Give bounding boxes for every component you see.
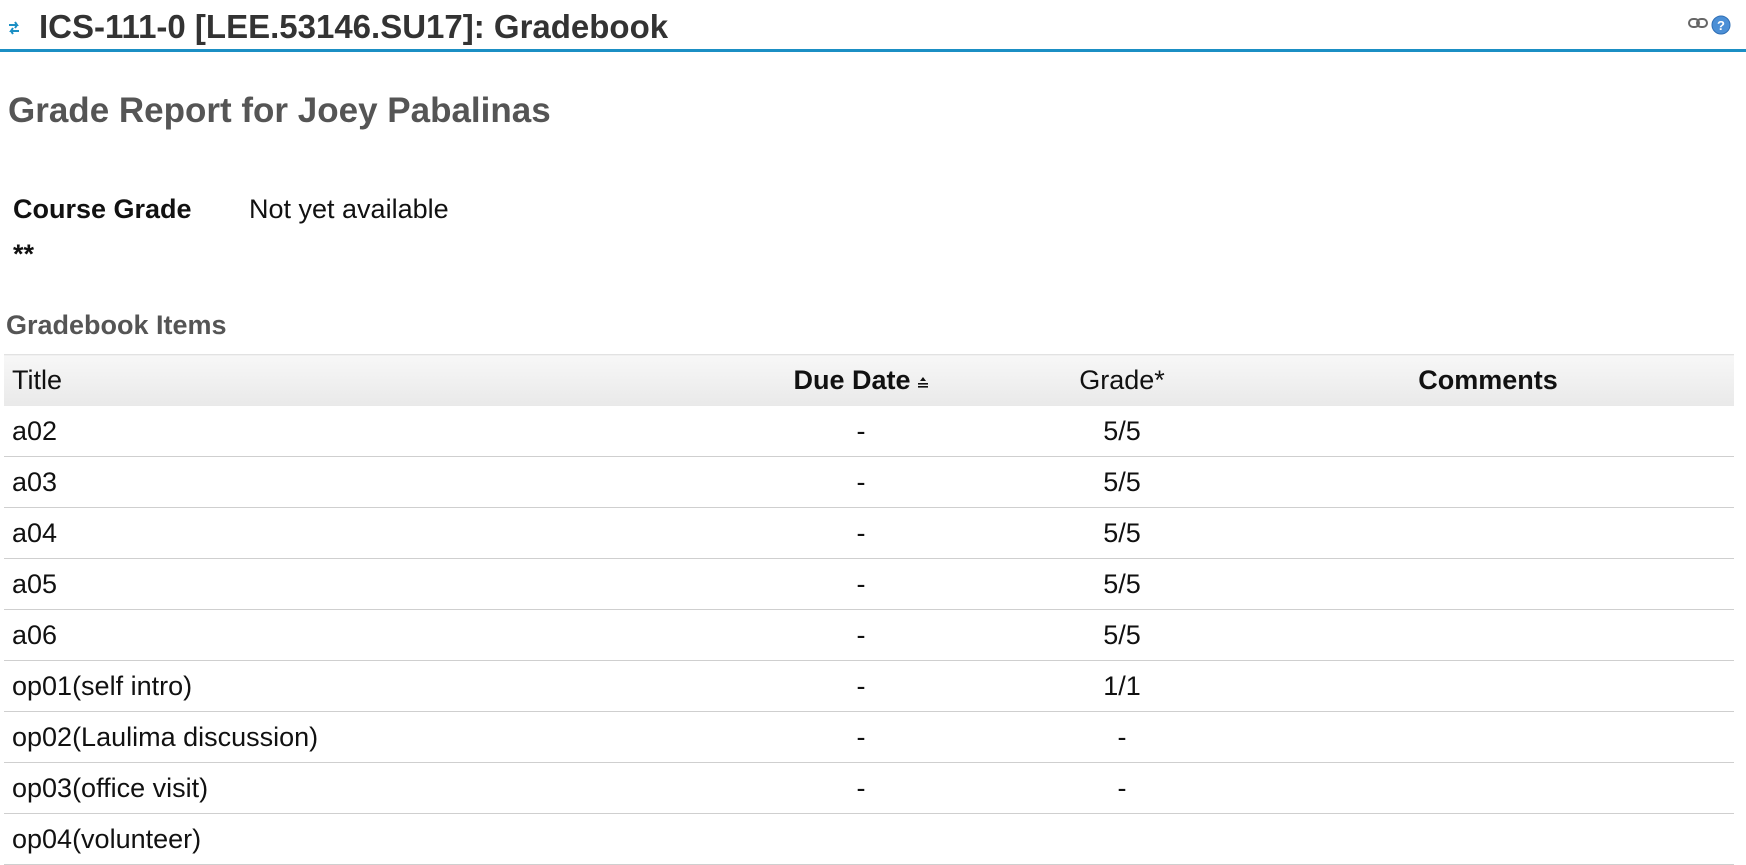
- item-title: op02(Laulima discussion): [4, 711, 720, 763]
- item-comments: [1242, 660, 1734, 712]
- course-grade-label: Course Grade: [13, 194, 192, 224]
- item-due-date: -: [720, 762, 1002, 814]
- course-grade-value: Not yet available: [249, 194, 449, 224]
- item-title: op03(office visit): [4, 762, 720, 814]
- table-row: a03 - 5/5: [4, 456, 1734, 508]
- table-row: a06 - 5/5: [4, 609, 1734, 661]
- item-due-date: -: [720, 711, 1002, 763]
- item-grade: 5/5: [1002, 507, 1242, 559]
- gradebook-items-table: Title Due Date Grade* Comments a02 - 5/5…: [4, 354, 1734, 865]
- item-grade: 5/5: [1002, 609, 1242, 661]
- item-title: a05: [4, 558, 720, 610]
- table-row: a02 - 5/5: [4, 406, 1734, 457]
- footnote-marker: **: [13, 239, 35, 269]
- item-comments: [1242, 558, 1734, 610]
- sort-ascending-icon: [917, 376, 928, 388]
- table-header-row: Title Due Date Grade* Comments: [4, 354, 1734, 406]
- item-due-date: [720, 813, 1002, 865]
- tool-title-bar: ICS-111-0 [LEE.53146.SU17]: Gradebook ?: [0, 0, 1746, 52]
- column-due-date-label: Due Date: [793, 365, 911, 395]
- grade-report-heading: Grade Report for Joey Pabalinas: [8, 91, 551, 130]
- item-title: a02: [4, 406, 720, 457]
- item-comments: [1242, 507, 1734, 559]
- table-row: op01(self intro) - 1/1: [4, 660, 1734, 712]
- table-row: op04(volunteer): [4, 813, 1734, 865]
- item-comments: [1242, 813, 1734, 865]
- reset-icon[interactable]: [6, 18, 22, 38]
- item-grade: -: [1002, 762, 1242, 814]
- item-grade: 5/5: [1002, 406, 1242, 457]
- item-grade: -: [1002, 711, 1242, 763]
- item-comments: [1242, 711, 1734, 763]
- item-grade: 5/5: [1002, 456, 1242, 508]
- item-grade: [1002, 813, 1242, 865]
- item-due-date: -: [720, 406, 1002, 457]
- gradebook-items-heading: Gradebook Items: [6, 310, 227, 340]
- column-header-due-date[interactable]: Due Date: [720, 354, 1002, 406]
- item-due-date: -: [720, 609, 1002, 661]
- column-grade-label: Grade*: [1079, 365, 1165, 395]
- table-row: a04 - 5/5: [4, 507, 1734, 559]
- column-title-label: Title: [12, 365, 63, 395]
- item-grade: 5/5: [1002, 558, 1242, 610]
- item-comments: [1242, 609, 1734, 661]
- column-comments-label: Comments: [1418, 365, 1558, 395]
- item-due-date: -: [720, 507, 1002, 559]
- item-due-date: -: [720, 660, 1002, 712]
- column-header-grade[interactable]: Grade*: [1002, 354, 1242, 406]
- table-row: a05 - 5/5: [4, 558, 1734, 610]
- column-header-title[interactable]: Title: [4, 354, 720, 406]
- item-comments: [1242, 456, 1734, 508]
- column-header-comments: Comments: [1242, 354, 1734, 406]
- item-title: a06: [4, 609, 720, 661]
- help-icon[interactable]: ?: [1711, 15, 1731, 35]
- item-title: a04: [4, 507, 720, 559]
- table-row: op03(office visit) - -: [4, 762, 1734, 814]
- item-due-date: -: [720, 558, 1002, 610]
- table-row: op02(Laulima discussion) - -: [4, 711, 1734, 763]
- item-due-date: -: [720, 456, 1002, 508]
- link-icon[interactable]: [1688, 16, 1708, 30]
- item-title: op04(volunteer): [4, 813, 720, 865]
- svg-text:?: ?: [1717, 18, 1725, 33]
- item-title: op01(self intro): [4, 660, 720, 712]
- page-title: ICS-111-0 [LEE.53146.SU17]: Gradebook: [39, 8, 669, 45]
- item-comments: [1242, 762, 1734, 814]
- item-title: a03: [4, 456, 720, 508]
- item-grade: 1/1: [1002, 660, 1242, 712]
- item-comments: [1242, 406, 1734, 457]
